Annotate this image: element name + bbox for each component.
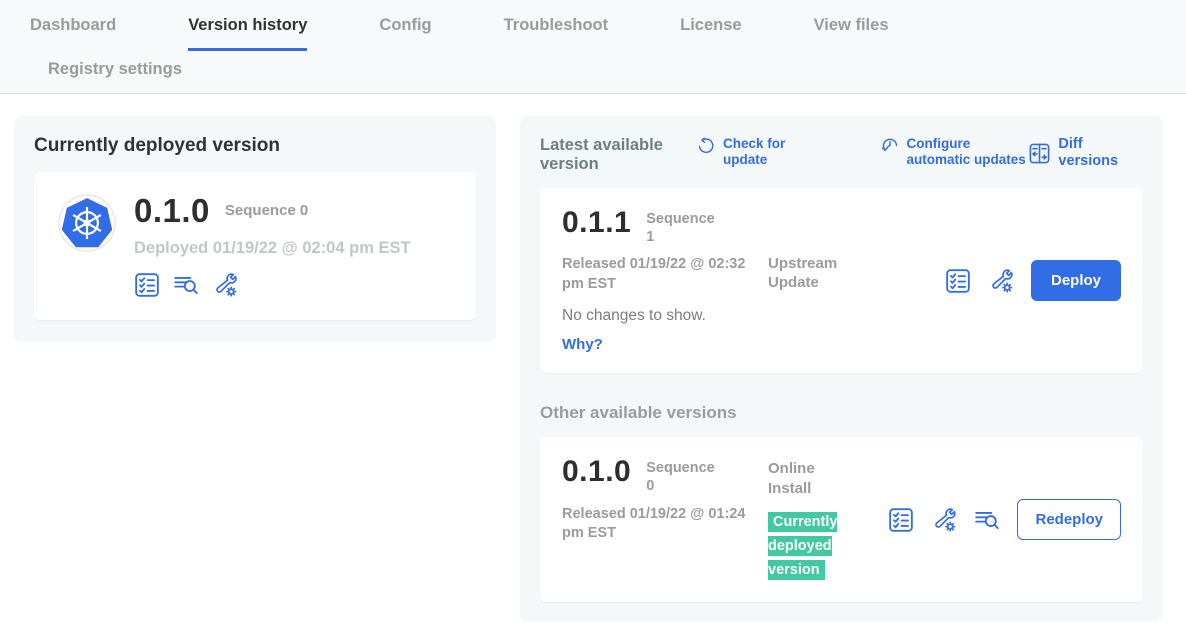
redeploy-button[interactable]: Redeploy [1017, 499, 1121, 540]
kubernetes-logo-icon [58, 194, 116, 252]
deployed-version-number: 0.1.0 [134, 194, 210, 227]
nav-row-2: Registry settings [30, 60, 1186, 79]
latest-version-card: 0.1.1 Sequence 1 Released 01/19/22 @ 02:… [540, 188, 1143, 373]
latest-actions: Deploy [945, 260, 1121, 301]
preflight-checks-icon[interactable] [945, 268, 971, 294]
diff-versions-icon [1028, 142, 1051, 165]
tab-config[interactable]: Config [379, 16, 431, 48]
tab-dashboard[interactable]: Dashboard [30, 16, 116, 48]
tab-troubleshoot[interactable]: Troubleshoot [504, 16, 609, 48]
other-version-card: 0.1.0 Sequence 0 Released 01/19/22 @ 01:… [540, 437, 1143, 602]
currently-deployed-panel: Currently deployed version 0.1.0 [14, 116, 496, 342]
other-version-number: 0.1.0 [562, 457, 631, 487]
preflight-checks-icon[interactable] [134, 272, 160, 298]
latest-header: Latest available version Check for updat… [540, 136, 1143, 174]
configure-auto-updates-label: Configure automatic updates [907, 136, 1029, 168]
configure-auto-updates-link[interactable]: Configure automatic updates [880, 136, 1029, 168]
latest-source-column: Upstream Update [754, 208, 945, 353]
deploy-logs-icon[interactable] [173, 272, 199, 298]
edit-config-icon[interactable] [988, 268, 1014, 294]
latest-available-panel: Latest available version Check for updat… [520, 116, 1163, 622]
deployed-action-icons [134, 272, 411, 298]
tab-view-files[interactable]: View files [814, 16, 889, 48]
preflight-checks-icon[interactable] [888, 507, 914, 533]
currently-deployed-badge: Currently deployed version [768, 512, 837, 580]
tab-registry-settings[interactable]: Registry settings [48, 60, 1114, 79]
tab-version-history[interactable]: Version history [188, 16, 307, 51]
latest-version-number: 0.1.1 [562, 208, 631, 238]
diff-versions-label: Diff versions [1058, 136, 1143, 170]
other-available-title: Other available versions [540, 403, 1143, 423]
edit-config-icon[interactable] [931, 507, 957, 533]
deploy-logs-icon[interactable] [974, 507, 1000, 533]
no-changes-text: No changes to show. [562, 307, 754, 325]
latest-available-title: Latest available version [540, 136, 674, 174]
currently-deployed-title: Currently deployed version [34, 135, 476, 157]
deploy-button[interactable]: Deploy [1031, 260, 1121, 301]
deployed-version-card: 0.1.0 Sequence 0 Deployed 01/19/22 @ 02:… [34, 172, 476, 320]
edit-config-icon[interactable] [212, 272, 238, 298]
deployed-version-info: 0.1.0 Sequence 0 Deployed 01/19/22 @ 02:… [134, 194, 411, 298]
top-navigation: Dashboard Version history Config Trouble… [0, 0, 1186, 94]
currently-deployed-badge-wrap: Currently deployed version [768, 510, 844, 582]
other-released-timestamp: Released 01/19/22 @ 01:24 pm EST [562, 505, 748, 544]
latest-sequence-label: Sequence 1 [646, 210, 718, 246]
main-content: Currently deployed version 0.1.0 [0, 94, 1186, 622]
check-for-update-link[interactable]: Check for update [696, 136, 830, 168]
deployed-timestamp: Deployed 01/19/22 @ 02:04 pm EST [134, 239, 411, 258]
other-version-info: 0.1.0 Sequence 0 Released 01/19/22 @ 01:… [562, 457, 754, 582]
nav-row-1: Dashboard Version history Config Trouble… [30, 16, 1186, 51]
diff-versions-link[interactable]: Diff versions [1028, 136, 1143, 170]
deployed-version-row: 0.1.0 Sequence 0 [134, 194, 411, 227]
other-actions: Redeploy [888, 499, 1121, 540]
other-version-row: 0.1.0 Sequence 0 [562, 457, 754, 495]
latest-released-timestamp: Released 01/19/22 @ 02:32 pm EST [562, 255, 748, 294]
other-source-label: Online Install [768, 459, 860, 498]
other-sequence-label: Sequence 0 [646, 459, 718, 495]
other-source-column: Online Install Currently deployed versio… [754, 457, 888, 582]
latest-version-info: 0.1.1 Sequence 1 Released 01/19/22 @ 02:… [562, 208, 754, 353]
auto-update-clock-icon [880, 136, 900, 156]
tab-license[interactable]: License [680, 16, 741, 48]
refresh-icon [696, 136, 716, 156]
deployed-sequence-label: Sequence 0 [225, 202, 308, 221]
why-link[interactable]: Why? [562, 336, 754, 353]
latest-version-row: 0.1.1 Sequence 1 [562, 208, 754, 246]
latest-source-label: Upstream Update [768, 254, 860, 293]
check-for-update-label: Check for update [723, 136, 830, 168]
